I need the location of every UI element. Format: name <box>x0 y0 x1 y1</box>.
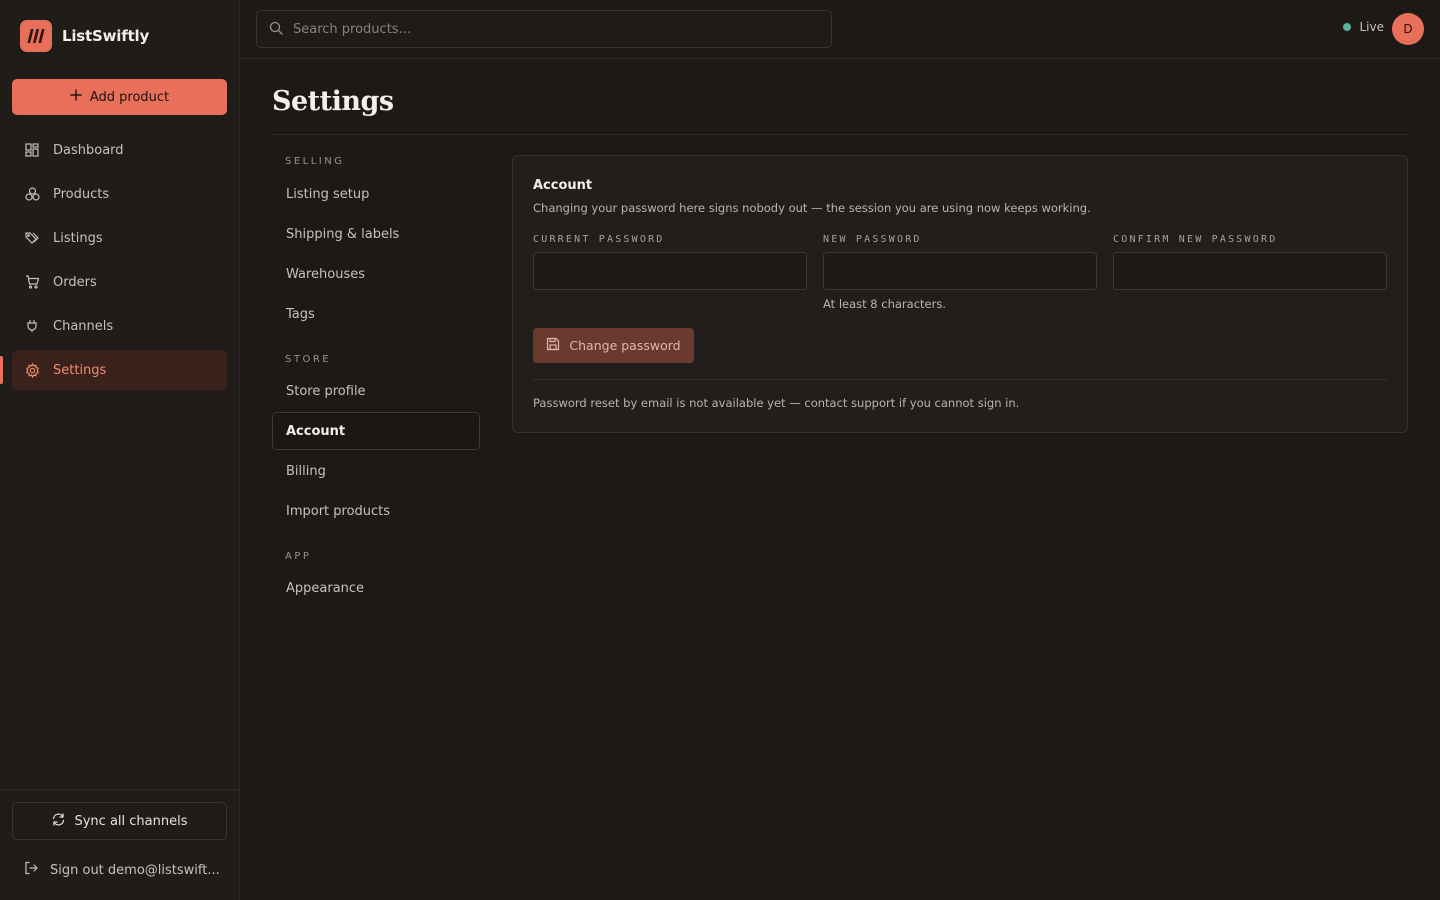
search-box[interactable] <box>256 10 832 48</box>
sign-out-button[interactable]: Sign out demo@listswift... <box>24 858 224 882</box>
main-nav: Dashboard Products Listings Orders Chann… <box>12 130 227 394</box>
subnav-item-appearance[interactable]: Appearance <box>272 569 480 607</box>
nav-label: Channels <box>53 318 114 334</box>
save-icon <box>546 337 560 354</box>
nav-item-products[interactable]: Products <box>12 174 227 214</box>
new-password-input[interactable] <box>823 252 1097 290</box>
subnav-item-listing-setup[interactable]: Listing setup <box>272 175 480 213</box>
brand-name: ListSwiftly <box>62 27 150 45</box>
subnav-item-store-profile[interactable]: Store profile <box>272 372 480 410</box>
current-password-input[interactable] <box>533 252 807 290</box>
nav-label: Dashboard <box>53 142 124 158</box>
live-status: Live <box>1343 20 1384 34</box>
nav-item-dashboard[interactable]: Dashboard <box>12 130 227 170</box>
top-bar: Live D <box>240 0 1440 59</box>
subnav-group-store: STORE <box>285 354 332 365</box>
confirm-password-field: CONFIRM NEW PASSWORD <box>1113 234 1387 290</box>
confirm-password-input[interactable] <box>1113 252 1387 290</box>
nav-label: Products <box>53 186 110 202</box>
nav-label: Orders <box>53 274 97 290</box>
subnav-item-account[interactable]: Account <box>272 412 480 450</box>
card-description: Changing your password here signs nobody… <box>533 201 1091 215</box>
subnav-item-shipping-labels[interactable]: Shipping & labels <box>272 215 480 253</box>
add-product-button[interactable]: Add product <box>12 79 227 115</box>
card-title: Account <box>533 178 593 193</box>
products-icon <box>24 186 40 202</box>
gear-icon <box>24 362 40 378</box>
nav-item-channels[interactable]: Channels <box>12 306 227 346</box>
subnav-group-selling: SELLING <box>285 156 345 167</box>
plus-icon <box>70 89 82 105</box>
sign-out-icon <box>24 861 38 879</box>
subnav-item-billing[interactable]: Billing <box>272 452 480 490</box>
tag-icon <box>24 230 40 246</box>
brand[interactable]: ListSwiftly <box>20 20 149 52</box>
current-password-field: CURRENT PASSWORD <box>533 234 807 290</box>
nav-label: Settings <box>53 362 107 378</box>
divider <box>0 789 239 790</box>
divider <box>533 379 1387 380</box>
subnav-item-tags[interactable]: Tags <box>272 295 480 333</box>
add-product-label: Add product <box>89 89 170 105</box>
new-password-field: NEW PASSWORD At least 8 characters. <box>823 234 1097 311</box>
change-password-label: Change password <box>569 338 681 353</box>
account-card: Account Changing your password here sign… <box>512 155 1408 433</box>
field-label: CONFIRM NEW PASSWORD <box>1113 234 1278 245</box>
card-note: Password reset by email is not available… <box>533 396 1020 410</box>
sign-out-label: Sign out demo@listswift... <box>50 862 220 878</box>
search-input[interactable] <box>293 21 813 37</box>
field-label: CURRENT PASSWORD <box>533 234 665 245</box>
nav-item-settings[interactable]: Settings <box>12 350 227 390</box>
cart-icon <box>24 274 40 290</box>
sidebar: ListSwiftly Add product Dashboard Produc… <box>0 0 240 900</box>
status-dot-icon <box>1343 23 1352 31</box>
nav-item-orders[interactable]: Orders <box>12 262 227 302</box>
settings-subnav: SELLING Listing setup Shipping & labels … <box>272 150 480 607</box>
status-label: Live <box>1359 20 1384 34</box>
nav-label: Listings <box>53 230 103 246</box>
sync-all-channels-button[interactable]: Sync all channels <box>12 802 227 840</box>
subnav-item-warehouses[interactable]: Warehouses <box>272 255 480 293</box>
plug-icon <box>24 318 40 334</box>
field-hint: At least 8 characters. <box>823 297 946 311</box>
avatar[interactable]: D <box>1392 13 1424 45</box>
sync-label: Sync all channels <box>74 813 188 829</box>
field-label: NEW PASSWORD <box>823 234 922 245</box>
logo-icon <box>20 20 52 52</box>
subnav-group-app: APP <box>285 551 312 562</box>
change-password-button[interactable]: Change password <box>533 328 694 363</box>
active-indicator <box>0 356 3 384</box>
nav-item-listings[interactable]: Listings <box>12 218 227 258</box>
divider <box>272 134 1408 135</box>
subnav-item-import-products[interactable]: Import products <box>272 492 480 530</box>
search-icon <box>269 20 283 39</box>
dashboard-icon <box>24 142 40 158</box>
page-title: Settings <box>272 86 394 117</box>
sync-icon <box>51 812 66 831</box>
